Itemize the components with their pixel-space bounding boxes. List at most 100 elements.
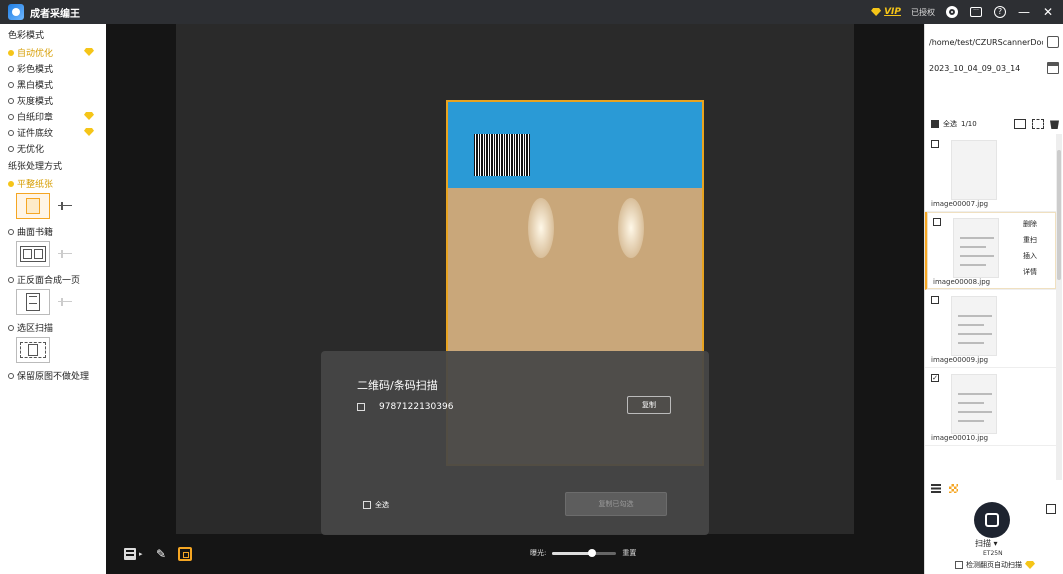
thumbnail-item[interactable]: ✓ image00010.jpg — [925, 368, 1056, 446]
dialog-title: 二维码/条码扫描 — [357, 379, 438, 392]
paper-mode-original[interactable]: 保留原图不做处理 — [8, 369, 106, 382]
duplex-page-icon[interactable] — [16, 289, 50, 315]
curved-book-icon[interactable] — [16, 241, 50, 267]
adjust-slider-icon[interactable] — [58, 249, 72, 259]
color-mode-label: 无优化 — [17, 145, 45, 155]
paper-mode-area[interactable]: 选区扫描 — [8, 321, 106, 334]
thumbnail-item[interactable]: image00009.jpg — [925, 290, 1056, 368]
color-mode-option[interactable]: 黑白模式 — [8, 78, 106, 91]
calendar-folder-icon[interactable] — [1047, 62, 1059, 74]
paper-mode-curved[interactable]: 曲面书籍 — [8, 225, 106, 238]
exposure-slider-handle[interactable] — [588, 548, 597, 557]
trash-icon[interactable] — [1050, 120, 1059, 129]
thumbnail-checkbox[interactable] — [931, 140, 939, 148]
thumbnail-checkbox[interactable]: ✓ — [931, 374, 939, 382]
copy-selected-button[interactable]: 复制已勾选 — [565, 492, 667, 516]
context-menu-item[interactable]: 详情 — [1023, 264, 1037, 280]
edit-path-icon[interactable] — [1047, 36, 1059, 48]
grid-view-icon[interactable] — [949, 484, 958, 493]
color-mode-option[interactable]: 自动优化 — [8, 46, 106, 59]
flat-paper-icon[interactable] — [16, 193, 50, 219]
color-mode-option[interactable]: 证件底纹 — [8, 126, 106, 139]
pen-icon[interactable]: ✎ — [156, 547, 170, 561]
barcode-scan-dialog: 二维码/条码扫描 9787122130396 复制 全选 复制已勾选 — [321, 351, 709, 535]
thumbnail-item[interactable]: image00008.jpg 删除 重扫 插入 详情 — [925, 212, 1056, 290]
paper-mode-label: 平整纸张 — [17, 180, 54, 190]
scanner-model: ET25N — [983, 550, 1003, 557]
color-mode-option[interactable]: 灰度模式 — [8, 94, 106, 107]
thumbnail-checkbox[interactable] — [931, 296, 939, 304]
color-mode-option[interactable]: 白纸印章 — [8, 110, 106, 123]
thumbnail-image — [951, 140, 997, 200]
context-menu-item[interactable]: 重扫 — [1023, 232, 1037, 248]
color-mode-list: 自动优化彩色模式黑白模式灰度模式白纸印章证件底纹无优化 — [8, 46, 106, 155]
exposure-reset-button[interactable]: 重置 — [622, 548, 636, 558]
radio-icon — [8, 129, 14, 136]
app-logo-icon — [8, 4, 24, 20]
crop-frame-icon[interactable] — [178, 547, 192, 561]
select-all-label: 全选 — [375, 501, 389, 509]
preview-area: 二维码/条码扫描 9787122130396 复制 全选 复制已勾选 ▸ ✎ 曝… — [106, 24, 924, 574]
auto-scan-checkbox[interactable] — [955, 561, 963, 569]
adjust-slider-icon[interactable] — [58, 297, 72, 307]
paper-mode-label: 正反面合成一页 — [17, 276, 81, 286]
vip-diamond-icon — [84, 128, 94, 136]
scan-button[interactable] — [974, 502, 1010, 538]
radio-icon — [8, 324, 14, 331]
help-icon[interactable]: ? — [993, 5, 1007, 19]
select-all-checkbox[interactable] — [931, 120, 939, 128]
copy-button[interactable]: 复制 — [627, 396, 671, 414]
paper-mode-flat[interactable]: 平整纸张 — [8, 177, 106, 190]
vip-badge[interactable]: VIP — [871, 7, 901, 17]
color-mode-option[interactable]: 彩色模式 — [8, 62, 106, 75]
vip-diamond-icon — [84, 48, 94, 56]
settings-gear-icon[interactable] — [945, 5, 959, 19]
save-path: /home/test/CZURScannerDoc/ — [929, 37, 1043, 47]
color-mode-label: 彩色模式 — [17, 65, 54, 75]
scan-label[interactable]: 扫描 ▾ — [975, 538, 998, 549]
adjust-slider-icon[interactable] — [58, 201, 72, 211]
title-bar: 成者采编王 VIP 已授权 ··· ? — ✕ — [0, 0, 1063, 24]
file-panel: /home/test/CZURScannerDoc/ 2023_10_04_09… — [924, 24, 1063, 574]
color-mode-option[interactable]: 无优化 — [8, 142, 106, 155]
save-path-row: /home/test/CZURScannerDoc/ — [929, 32, 1059, 52]
color-mode-label: 灰度模式 — [17, 97, 54, 107]
minimize-icon[interactable]: — — [1017, 5, 1031, 19]
diamond-icon — [871, 8, 882, 16]
auto-scan-option[interactable]: 检测翻页自动扫描 — [955, 560, 1035, 570]
thumbnail-image — [953, 218, 999, 278]
license-status: 已授权 — [911, 7, 935, 17]
select-all-checkbox[interactable] — [363, 501, 371, 509]
area-scan-icon[interactable] — [16, 337, 50, 363]
paper-mode-label: 保留原图不做处理 — [17, 372, 90, 382]
color-mode-title: 色彩模式 — [8, 31, 45, 41]
thumbnail-scrollbar[interactable] — [1056, 134, 1062, 480]
context-menu-item[interactable]: 删除 — [1023, 216, 1037, 232]
context-menu-item[interactable]: 插入 — [1023, 248, 1037, 264]
exposure-slider[interactable] — [552, 548, 617, 557]
thumbnail-list: image00007.jpg image00008.jpg 删除 重扫 插入 详情 imag… — [925, 134, 1056, 480]
merge-icon[interactable] — [1032, 119, 1044, 129]
export-icon[interactable] — [1014, 119, 1026, 129]
barcode-checkbox[interactable] — [357, 403, 365, 411]
edit-icon[interactable] — [1046, 504, 1056, 514]
radio-icon — [8, 81, 14, 88]
radio-icon — [8, 49, 14, 56]
radio-icon — [8, 97, 14, 104]
folder-row: 2023_10_04_09_03_14 — [929, 58, 1059, 78]
thumbnail-context-menu: 删除 重扫 插入 详情 — [1023, 216, 1037, 280]
paper-mode-label: 曲面书籍 — [17, 228, 54, 238]
diamond-icon — [1025, 561, 1035, 569]
list-view-icon[interactable] — [931, 484, 941, 493]
feedback-icon[interactable]: ··· — [969, 5, 983, 19]
view-toggle — [931, 484, 958, 493]
qr-code-icon[interactable] — [124, 548, 136, 560]
paper-mode-label: 选区扫描 — [17, 324, 54, 334]
select-all[interactable]: 全选 — [363, 500, 389, 510]
radio-icon — [8, 180, 14, 187]
close-icon[interactable]: ✕ — [1041, 5, 1055, 19]
paper-mode-duplex[interactable]: 正反面合成一页 — [8, 273, 106, 286]
thumbnail-checkbox[interactable] — [933, 218, 941, 226]
thumbnail-item[interactable]: image00007.jpg — [925, 134, 1056, 212]
dropdown-caret-icon[interactable]: ▸ — [139, 550, 143, 558]
